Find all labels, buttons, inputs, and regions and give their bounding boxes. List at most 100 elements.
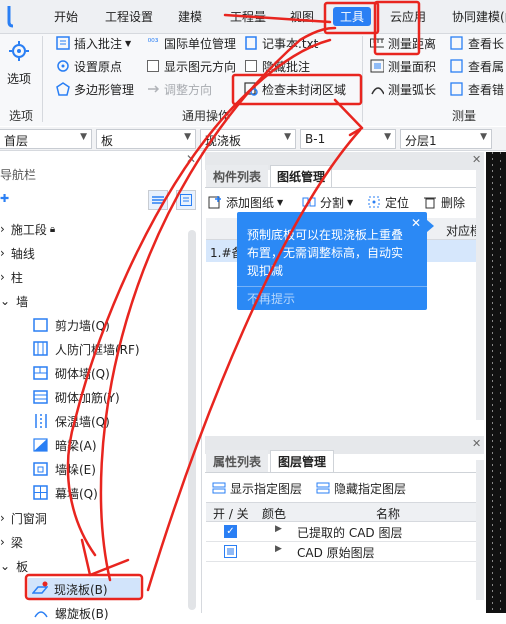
gear-icon[interactable] [8, 40, 30, 62]
nav-panel: 导航栏 ✕ ✚ › 施工段 🔒︎ › 轴线 › 柱 ⌄ 墙 剪力墙(Q) 人防门框墙(RF… [0, 152, 202, 621]
delete-button[interactable]: 删除 [423, 192, 465, 212]
tab-property-list[interactable]: 属性列表 [206, 450, 268, 472]
add-drawing-icon [208, 195, 222, 209]
nav-item-cast-slab[interactable]: 现浇板(B) [28, 578, 140, 600]
expand-icon[interactable]: ▶ [275, 524, 282, 534]
tab-project-settings[interactable]: 工程设置 [105, 8, 153, 25]
options-button[interactable]: 选项 [7, 70, 31, 87]
masonry-wall-icon [33, 365, 49, 381]
drawing-canvas[interactable] [486, 152, 506, 613]
locate-button[interactable]: 定位 [367, 192, 409, 212]
nav-item-hidden-beam[interactable]: 暗梁(A) [33, 434, 97, 456]
measure-arc-button[interactable]: 测量弧长 [370, 79, 436, 99]
dont-show-again-link[interactable]: 不再提示 [247, 290, 295, 307]
view-error-button[interactable]: 查看错 [450, 79, 504, 99]
split-button[interactable]: 分割 ▼ [302, 192, 353, 212]
adjust-dir-button[interactable]: 调整方向 [146, 79, 212, 99]
tab-quantity[interactable]: 工程量 [230, 8, 266, 25]
polygon-mgmt-button[interactable]: 多边形管理 [56, 79, 134, 99]
expand-icon: › [0, 270, 5, 284]
add-icon[interactable]: ✚ [0, 192, 9, 205]
close-icon[interactable]: ✕ [411, 216, 421, 230]
view-icon [450, 82, 464, 96]
tab-layer-management[interactable]: 图层管理 [270, 450, 334, 472]
category-select[interactable]: 板 ▼ [96, 129, 196, 149]
app-menu-icon[interactable] [4, 4, 18, 30]
element-select[interactable]: B-1 ▼ [300, 129, 396, 149]
detail-view-icon[interactable] [176, 190, 196, 210]
nav-item-masonry-wall[interactable]: 砌体墙(Q) [33, 362, 110, 384]
nav-item-spiral-slab[interactable]: 螺旋板(B) [33, 602, 109, 624]
nav-item-civil-defense-wall[interactable]: 人防门框墙(RF) [33, 338, 140, 360]
spiral-slab-icon [33, 605, 49, 621]
hide-note-checkbox[interactable]: 隐藏批注 [244, 56, 310, 76]
note-icon [56, 36, 70, 50]
nav-item-construction-section[interactable]: › 施工段 🔒︎ [0, 218, 55, 240]
close-icon[interactable]: ✕ [472, 437, 481, 450]
tab-view[interactable]: 视图 [290, 8, 314, 25]
expand-icon: › [0, 511, 5, 525]
column-header-color: 颜色 [262, 507, 287, 521]
arc-icon [370, 82, 384, 96]
tab-drawing-management[interactable]: 图纸管理 [270, 165, 332, 187]
view-floor-button[interactable]: 查看属 [450, 56, 504, 76]
show-element-dir-checkbox[interactable]: 显示图元方向 [146, 56, 236, 76]
panel-scrollbar[interactable] [476, 460, 484, 600]
insert-note-button[interactable]: 插入批注 ▼ [56, 33, 131, 53]
nav-item-column[interactable]: › 柱 [0, 266, 23, 288]
nav-title: 导航栏 [0, 168, 37, 182]
view-length-button[interactable]: 查看长 [450, 33, 504, 53]
check-region-icon [244, 82, 258, 96]
close-icon[interactable]: ✕ [472, 153, 481, 166]
tab-modeling[interactable]: 建模 [178, 8, 202, 25]
tab-start[interactable]: 开始 [54, 8, 78, 25]
layer-visible-checkbox[interactable]: ✓ [224, 525, 237, 538]
tip-arrow [427, 220, 434, 232]
measure-distance-button[interactable]: 测量距离 [370, 33, 436, 53]
set-origin-button[interactable]: 设置原点 [56, 56, 122, 76]
panel-divider [205, 472, 484, 473]
show-layer-button[interactable]: 显示指定图层 [212, 478, 302, 498]
layer-name: CAD 原始图层 [297, 546, 375, 560]
origin-icon [56, 59, 70, 73]
area-icon [370, 59, 384, 73]
nav-item-insulation-wall[interactable]: 保温墙(Q) [33, 410, 110, 432]
add-drawing-button[interactable]: 添加图纸 ▼ [208, 192, 283, 212]
tab-tools[interactable]: 工具 [333, 7, 372, 26]
tab-component-list[interactable]: 构件列表 [206, 165, 268, 187]
column-header-name: 名称 [376, 507, 401, 521]
layer-select[interactable]: 分层1 ▼ [400, 129, 492, 149]
hide-layer-button[interactable]: 隐藏指定图层 [316, 478, 406, 498]
floor-select[interactable]: 首层 ▼ [0, 129, 92, 149]
lock-icon: 🔒︎ [49, 223, 56, 235]
check-unclosed-button[interactable]: 检查未封闭区域 [244, 79, 346, 99]
nav-item-shear-wall[interactable]: 剪力墙(Q) [33, 314, 110, 336]
nav-item-beam[interactable]: › 梁 [0, 531, 23, 553]
locate-icon [367, 195, 381, 209]
list-view-icon[interactable] [148, 190, 168, 210]
intl-unit-button[interactable]: ⁰⁰³ 国际单位管理 [146, 33, 236, 53]
nav-scrollbar[interactable] [188, 230, 196, 610]
nav-item-openings[interactable]: › 门窗洞 [0, 507, 47, 529]
nav-item-wall-pier[interactable]: 墙垛(E) [33, 458, 96, 480]
insulation-wall-icon [33, 413, 49, 429]
expand-icon[interactable]: ▶ [275, 544, 282, 554]
polygon-icon [56, 82, 70, 96]
nav-item-wall[interactable]: ⌄ 墙 [0, 290, 28, 312]
measure-area-button[interactable]: 测量面积 [370, 56, 436, 76]
nav-item-masonry-rebar[interactable]: 砌体加筋(Y) [33, 386, 120, 408]
nav-item-axis[interactable]: › 轴线 [0, 242, 35, 264]
ribbon-tabbar: 开始 工程设置 建模 工程量 视图 工具 云应用 协同建模(内测 [0, 0, 506, 34]
tip-text: 预制底板可以在现浇板上重叠布置，无需调整标高，自动实现扣减 [247, 228, 404, 278]
tab-cloud[interactable]: 云应用 [390, 8, 426, 25]
nav-item-slab[interactable]: ⌄ 板 [0, 555, 28, 577]
tip-popup: ✕ 预制底板可以在现浇板上重叠布置，无需调整标高，自动实现扣减 不再提示 [237, 212, 434, 310]
tab-collab[interactable]: 协同建模(内测 [452, 8, 506, 25]
group-label-measure: 测量 [452, 109, 477, 123]
layer-visible-checkbox[interactable] [224, 545, 237, 558]
close-icon[interactable]: ✕ [186, 152, 196, 166]
nav-item-curtain-wall[interactable]: 幕墙(Q) [33, 482, 98, 504]
notepad-button[interactable]: 记事本.txt [244, 33, 318, 53]
type-select[interactable]: 现浇板 ▼ [200, 129, 296, 149]
panel-scrollbar[interactable] [476, 170, 484, 420]
